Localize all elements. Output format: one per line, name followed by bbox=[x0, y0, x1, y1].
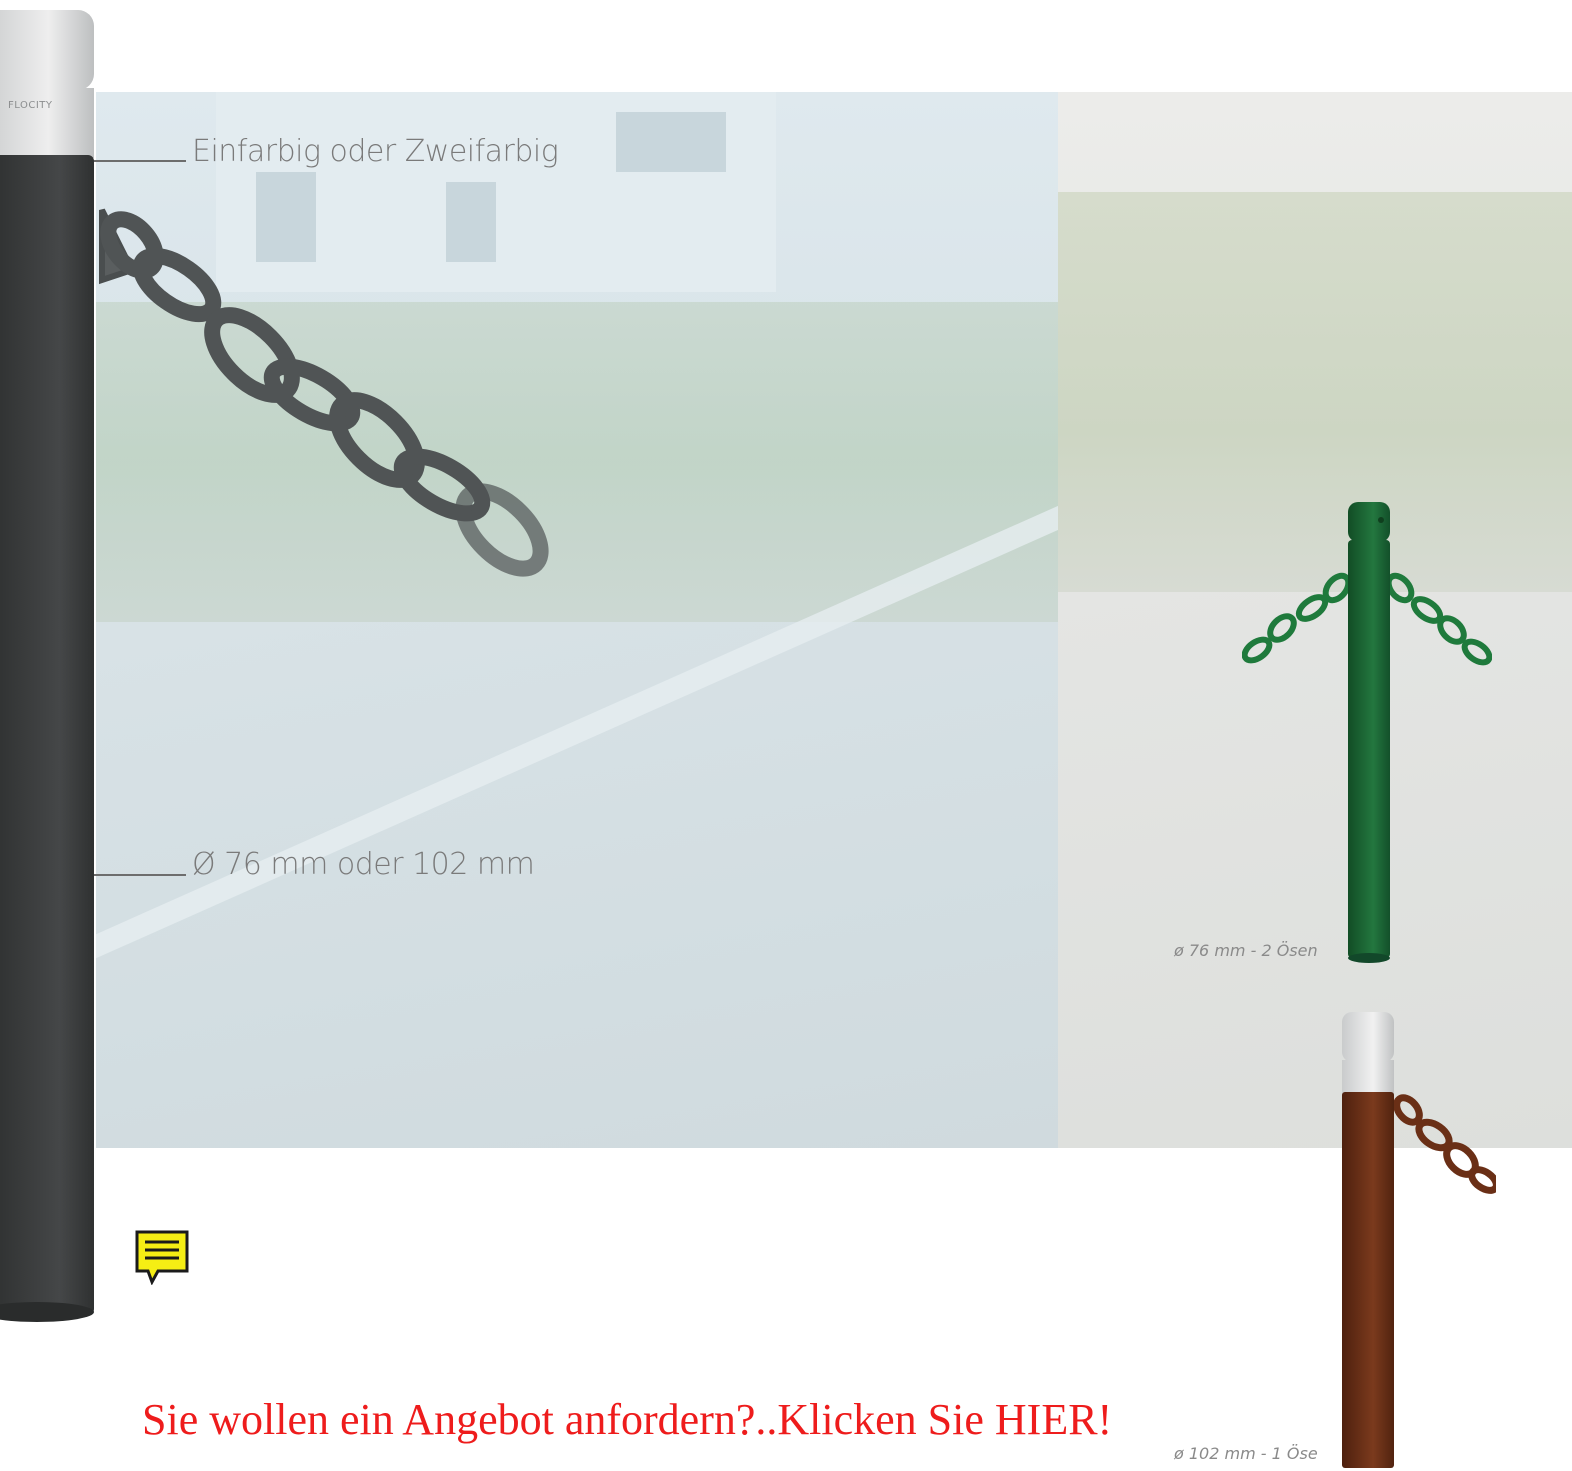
brown-bollard-variant bbox=[1342, 1012, 1496, 1468]
diameter-callout-line bbox=[94, 874, 186, 876]
diameter-option-label: Ø 76 mm oder 102 mm bbox=[192, 847, 535, 882]
main-bollard-brand: FLOCITY bbox=[8, 100, 53, 111]
main-chain bbox=[99, 208, 549, 577]
variant-caption-76mm: ø 76 mm - 2 Ösen bbox=[1174, 941, 1318, 960]
color-callout-line bbox=[94, 160, 186, 162]
color-option-label: Einfarbig oder Zweifarbig bbox=[192, 134, 559, 169]
variant-caption-102mm: ø 102 mm - 1 Öse bbox=[1174, 1444, 1318, 1463]
main-bollard bbox=[0, 10, 94, 1322]
green-bollard-variant bbox=[1242, 502, 1492, 963]
request-quote-link[interactable]: Sie wollen ein Angebot anfordern?..Klick… bbox=[142, 1394, 1112, 1445]
product-page: FLOCITY Einfarbig oder Zweifarbig Ø 76 m… bbox=[0, 0, 1572, 1471]
sticky-note-icon[interactable] bbox=[134, 1229, 192, 1285]
